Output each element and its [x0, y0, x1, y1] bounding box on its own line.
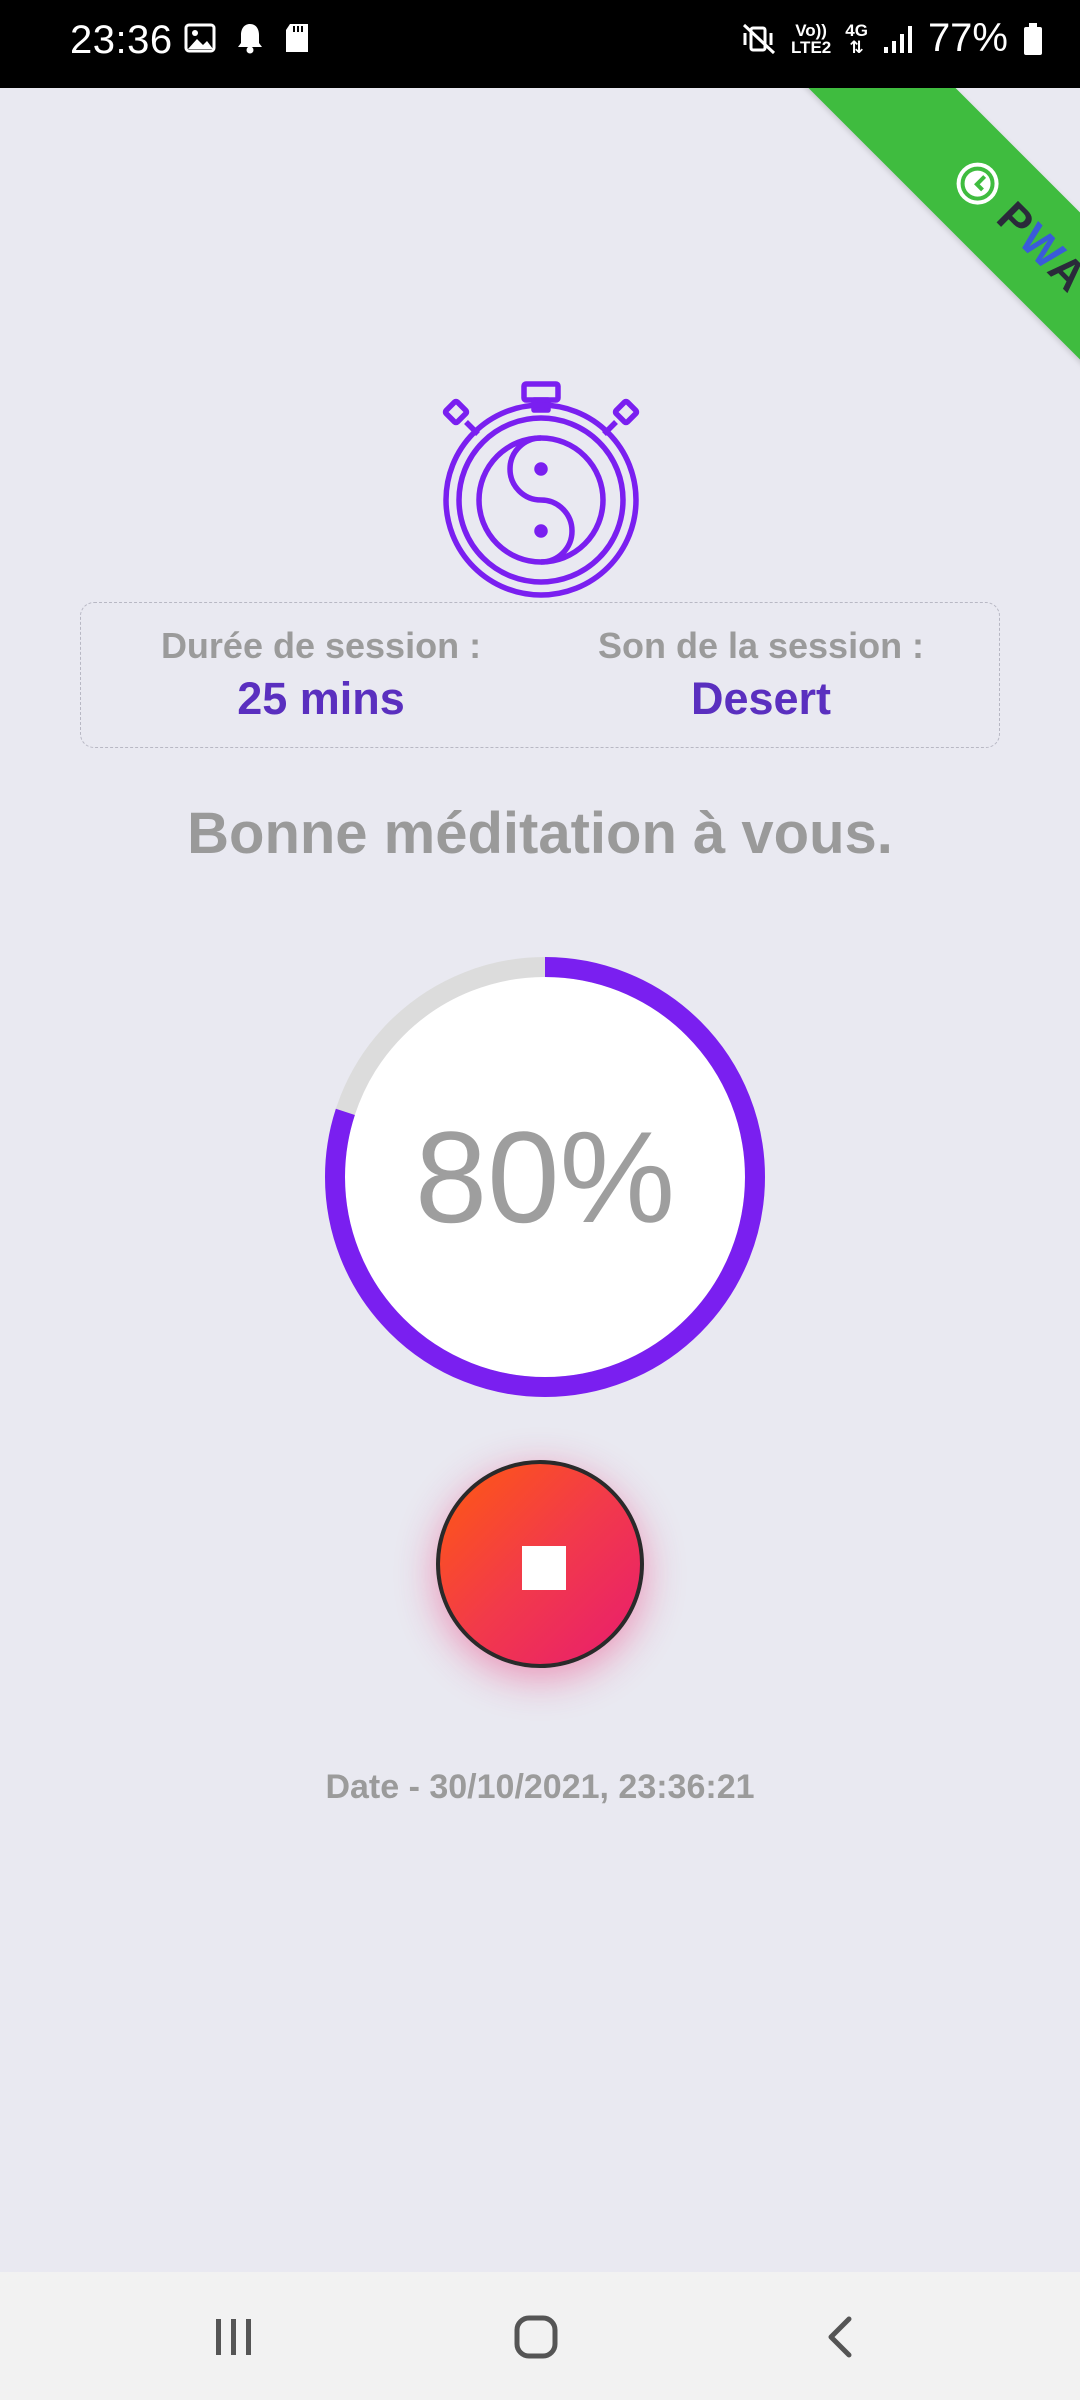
- status-right: Vo)) LTE2 4G ⇅ 77%: [741, 16, 1044, 61]
- back-icon: [828, 2316, 852, 2358]
- sound-label: Son de la session :: [597, 625, 925, 666]
- sd-card-icon: [286, 24, 308, 52]
- battery-percent: 77%: [927, 16, 1008, 60]
- volte-bottom: LTE2: [790, 37, 832, 57]
- stop-button[interactable]: [436, 1460, 644, 1668]
- duration-value: 25 mins: [237, 673, 405, 724]
- pwa-ribbon: PWA: [720, 88, 1080, 448]
- network-indicator: 4G ⇅: [845, 22, 868, 56]
- session-info-card: Durée de session : 25 mins Son de la ses…: [80, 602, 1000, 748]
- greeting-text: Bonne méditation à vous.: [187, 801, 893, 866]
- meditation-timer-icon: [442, 381, 640, 598]
- pwa-ribbon-band: PWA: [799, 88, 1080, 447]
- back-button[interactable]: [800, 2302, 880, 2372]
- duration-label: Durée de session :: [160, 625, 482, 666]
- pwa-label: PWA: [987, 193, 1080, 303]
- date-line: Date - 30/10/2021, 23:36:21: [325, 1768, 755, 1806]
- navigation-bar: [0, 2272, 1080, 2400]
- battery-icon: [1024, 22, 1042, 55]
- status-bar: 23:36 Vo)) LTE2 4G ⇅ 77%: [0, 0, 1080, 88]
- status-time: 23:36: [70, 18, 173, 62]
- home-icon: [514, 2315, 558, 2359]
- image-icon: [184, 23, 216, 53]
- stop-icon: [522, 1546, 566, 1590]
- session-duration: Durée de session : 25 mins: [101, 625, 541, 725]
- recent-apps-button[interactable]: [194, 2302, 274, 2372]
- sound-value: Desert: [690, 673, 832, 724]
- recent-apps-icon: [216, 2319, 251, 2355]
- home-button[interactable]: [496, 2302, 576, 2372]
- network-type: 4G: [845, 20, 868, 40]
- progress-percent: 80%: [414, 1104, 676, 1250]
- clock-icon: [956, 162, 999, 205]
- notification-icons: [184, 22, 310, 54]
- session-sound: Son de la session : Desert: [541, 625, 981, 725]
- volte-top: Vo)): [795, 20, 827, 40]
- bell-icon: [238, 24, 262, 54]
- volte-indicator: Vo)) LTE2: [791, 22, 831, 56]
- signal-icon: [883, 25, 912, 53]
- data-arrows-icon: ⇅: [849, 37, 864, 57]
- mute-vibrate-icon: [742, 23, 775, 54]
